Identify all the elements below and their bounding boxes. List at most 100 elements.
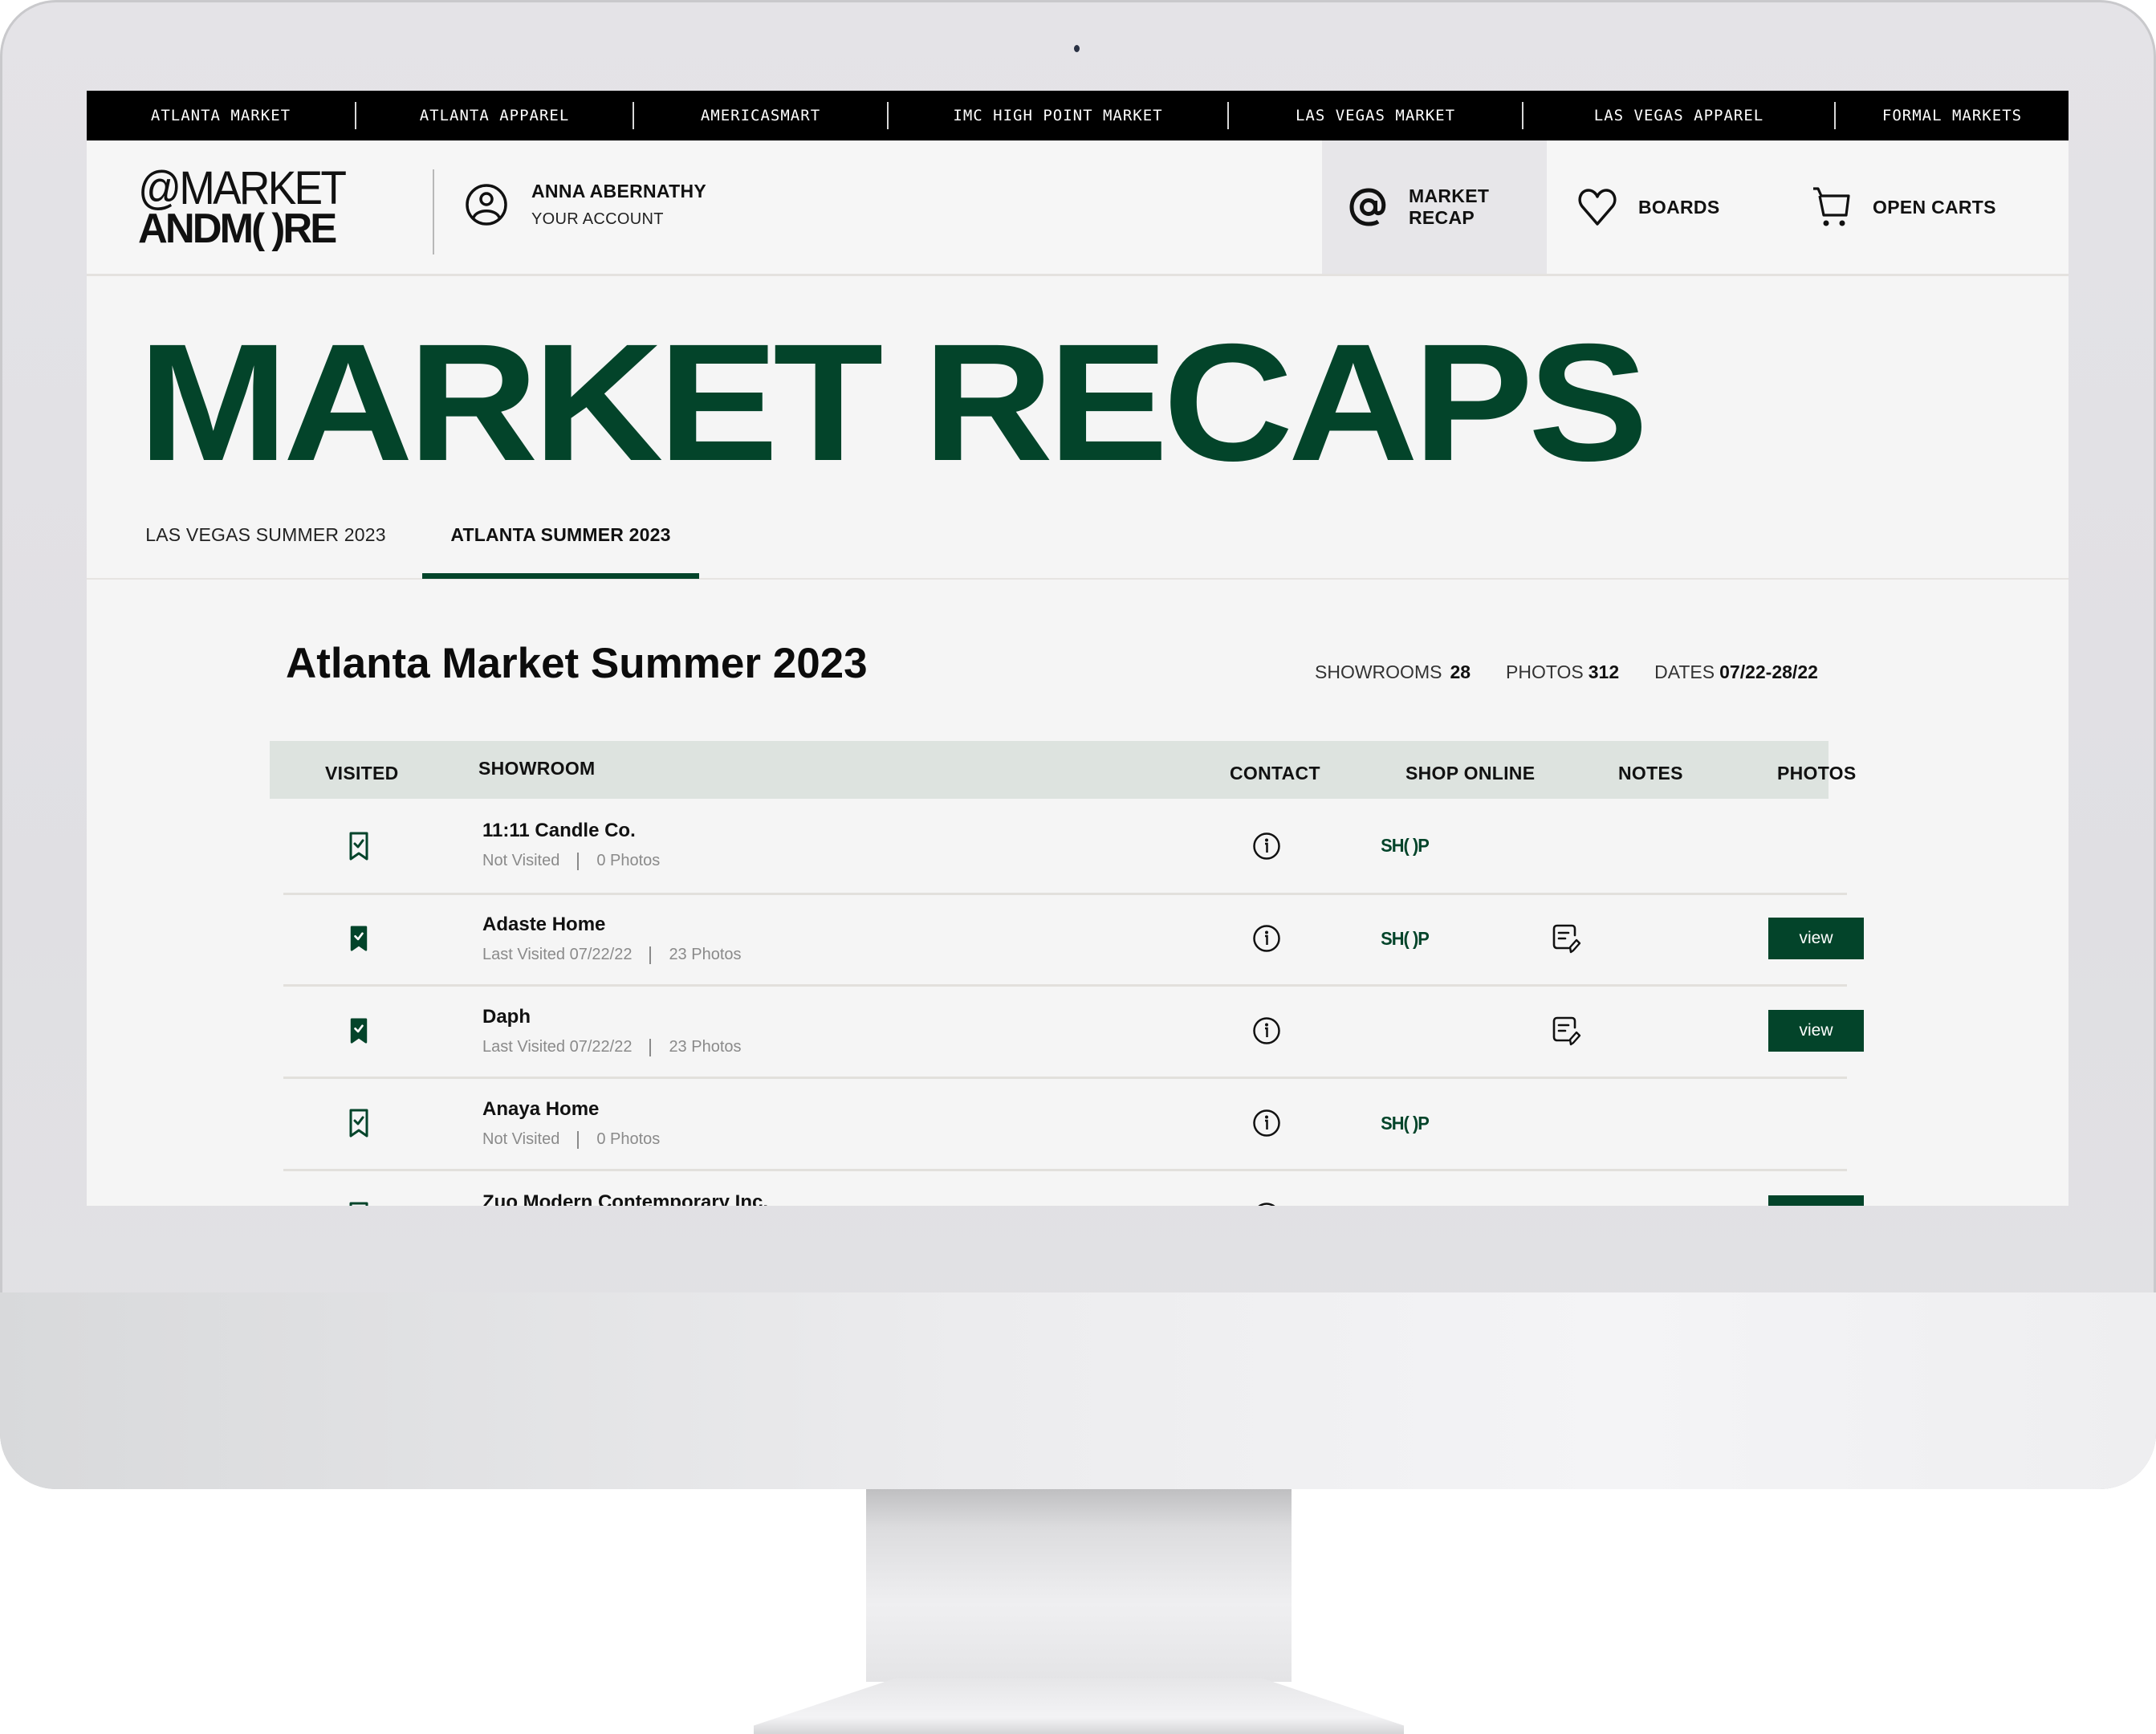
nav-open-carts[interactable]: OPEN CARTS xyxy=(1781,140,2069,274)
view-photos-button[interactable]: view xyxy=(1768,918,1864,959)
contact-info-button[interactable] xyxy=(1251,799,1283,893)
nav-boards-label: BOARDS xyxy=(1638,196,1720,218)
stat-dates: DATES 07/22-28/22 xyxy=(1654,661,1818,683)
header-nav: MARKET RECAP BOARDS OPEN CARTS xyxy=(1322,140,2069,274)
market-link-formal-markets[interactable]: FORMAL MARKETS xyxy=(1836,107,2069,124)
view-photos-button[interactable]: view xyxy=(1768,1195,1864,1206)
bookmark-check-icon xyxy=(349,1202,368,1206)
account-name: ANNA ABERNATHY xyxy=(531,181,707,201)
info-icon xyxy=(1253,1017,1280,1044)
contact-info-button[interactable] xyxy=(1251,985,1283,1077)
column-photos: PHOTOS xyxy=(1777,762,1857,784)
showroom-cell: Adaste Home Last Visited 07/22/22 23 Photo… xyxy=(482,914,742,964)
visited-toggle[interactable] xyxy=(343,893,375,984)
showroom-cell: 11:11 Candle Co. Not Visited 0 Photos xyxy=(482,820,660,870)
site-header: @MARKET ANDM( )RE ANNA ABERNATHY YOUR AC… xyxy=(87,140,2069,276)
info-icon xyxy=(1253,832,1280,860)
showroom-cell: Daph Last Visited 07/22/22 23 Photos xyxy=(482,1006,742,1056)
visited-toggle[interactable] xyxy=(343,1170,375,1206)
notes-button[interactable] xyxy=(1547,985,1587,1077)
showroom-meta: Last Visited 07/22/22 23 Photos xyxy=(482,946,742,964)
shop-online-link[interactable]: SH( )P xyxy=(1348,799,1462,893)
nav-market-recap[interactable]: MARKET RECAP xyxy=(1322,140,1547,274)
nav-open-carts-label: OPEN CARTS xyxy=(1873,196,1996,218)
bookmark-check-icon xyxy=(349,1109,368,1138)
photo-count: 0 Photos xyxy=(596,852,661,869)
contact-info-button[interactable] xyxy=(1251,1077,1283,1169)
recap-stats: SHOWROOMS 28 PHOTOS 312 DATES 07/22-28/22 xyxy=(1315,661,1853,683)
market-link-atlanta-apparel[interactable]: ATLANTA APPAREL xyxy=(356,107,633,124)
contact-info-button[interactable] xyxy=(1251,893,1283,984)
view-photos-cell: view xyxy=(1768,1170,1864,1206)
shop-online-link[interactable]: SH( )P xyxy=(1348,893,1462,984)
stat-showrooms-value: 28 xyxy=(1450,661,1471,682)
nav-boards[interactable]: BOARDS xyxy=(1547,140,1781,274)
account-sublabel: YOUR ACCOUNT xyxy=(531,210,664,228)
stand-neck xyxy=(866,1489,1292,1682)
cart-icon xyxy=(1810,185,1853,229)
divider xyxy=(577,852,580,870)
showroom-cell: Anaya Home Not Visited 0 Photos xyxy=(482,1098,660,1149)
camera-icon xyxy=(1074,45,1080,52)
market-link-las-vegas-apparel[interactable]: LAS VEGAS APPAREL xyxy=(1523,107,1834,124)
info-icon xyxy=(1258,1203,1275,1206)
market-bar: ATLANTA MARKET ATLANTA APPAREL AMERICASM… xyxy=(87,91,2069,140)
view-photos-cell: view xyxy=(1768,893,1864,984)
shop-online-link[interactable]: SH( )P xyxy=(1348,1077,1462,1169)
visit-status: Not Visited xyxy=(482,852,560,869)
visit-status: Not Visited xyxy=(482,1130,560,1148)
recap-tabs: LAS VEGAS SUMMER 2023 ATLANTA SUMMER 202… xyxy=(87,508,2069,580)
column-showroom: SHOWROOM xyxy=(478,757,596,779)
market-link-atlanta-market[interactable]: ATLANTA MARKET xyxy=(87,107,355,124)
market-link-imc-high-point[interactable]: IMC HIGH POINT MARKET xyxy=(889,107,1227,124)
visited-toggle[interactable] xyxy=(343,1077,375,1169)
visited-toggle[interactable] xyxy=(343,985,375,1077)
monitor-chin xyxy=(0,1292,2156,1489)
market-link-las-vegas-market[interactable]: LAS VEGAS MARKET xyxy=(1229,107,1522,124)
divider xyxy=(649,1038,652,1056)
bookmark-check-icon xyxy=(350,1018,368,1044)
showroom-name[interactable]: Daph xyxy=(482,1006,742,1028)
showroom-name[interactable]: Zuo Modern Contemporary Inc. xyxy=(482,1191,768,1206)
column-visited: VISITED xyxy=(325,762,399,784)
contact-info-button[interactable] xyxy=(1251,1170,1283,1206)
tab-atlanta-summer-2023[interactable]: ATLANTA SUMMER 2023 xyxy=(422,508,699,579)
stat-dates-label: DATES xyxy=(1654,661,1715,682)
visit-status: Last Visited 07/22/22 xyxy=(482,1038,633,1056)
column-notes: NOTES xyxy=(1618,762,1683,784)
showroom-cell: Zuo Modern Contemporary Inc. xyxy=(482,1191,768,1206)
info-icon xyxy=(1253,1109,1280,1137)
view-photos-button[interactable]: view xyxy=(1768,1010,1864,1052)
photo-count: 23 Photos xyxy=(669,946,742,963)
tab-las-vegas-summer-2023[interactable]: LAS VEGAS SUMMER 2023 xyxy=(138,508,393,578)
visit-status: Last Visited 07/22/22 xyxy=(482,946,633,963)
heart-icon xyxy=(1576,185,1619,229)
stat-photos: PHOTOS 312 xyxy=(1506,661,1619,683)
bookmark-check-icon xyxy=(349,832,368,860)
table-row: 11:11 Candle Co. Not Visited 0 Photos SH( )… xyxy=(283,799,1847,895)
logo[interactable]: @MARKET ANDM( )RE xyxy=(138,165,355,252)
stat-showrooms-label: SHOWROOMS xyxy=(1315,661,1442,682)
page-title: MARKET RECAPS xyxy=(138,310,1649,496)
monitor-frame: ATLANTA MARKET ATLANTA APPAREL AMERICASM… xyxy=(0,0,2156,1489)
showroom-name[interactable]: Adaste Home xyxy=(482,914,742,936)
stat-dates-value: 07/22-28/22 xyxy=(1719,661,1818,682)
logo-line-2: ANDM( )RE xyxy=(138,206,337,252)
showroom-meta: Not Visited 0 Photos xyxy=(482,1130,660,1149)
notes-button[interactable] xyxy=(1547,893,1587,984)
monitor-stand xyxy=(754,1489,1404,1734)
showroom-name[interactable]: 11:11 Candle Co. xyxy=(482,820,660,842)
account-link[interactable]: ANNA ABERNATHY YOUR ACCOUNT xyxy=(464,181,706,229)
visited-toggle[interactable] xyxy=(343,799,375,893)
market-link-americasmart[interactable]: AMERICASMART xyxy=(634,107,887,124)
bookmark-check-icon xyxy=(350,926,368,951)
table-row: Anaya Home Not Visited 0 Photos SH( )P xyxy=(283,1077,1847,1171)
stat-photos-value: 312 xyxy=(1588,661,1620,682)
info-icon xyxy=(1253,925,1280,952)
divider xyxy=(577,1130,580,1149)
column-contact: CONTACT xyxy=(1230,762,1320,784)
column-shop-online: SHOP ONLINE xyxy=(1405,762,1536,784)
showroom-name[interactable]: Anaya Home xyxy=(482,1098,660,1121)
table-row: Adaste Home Last Visited 07/22/22 23 Photo… xyxy=(283,893,1864,987)
divider xyxy=(433,169,434,254)
